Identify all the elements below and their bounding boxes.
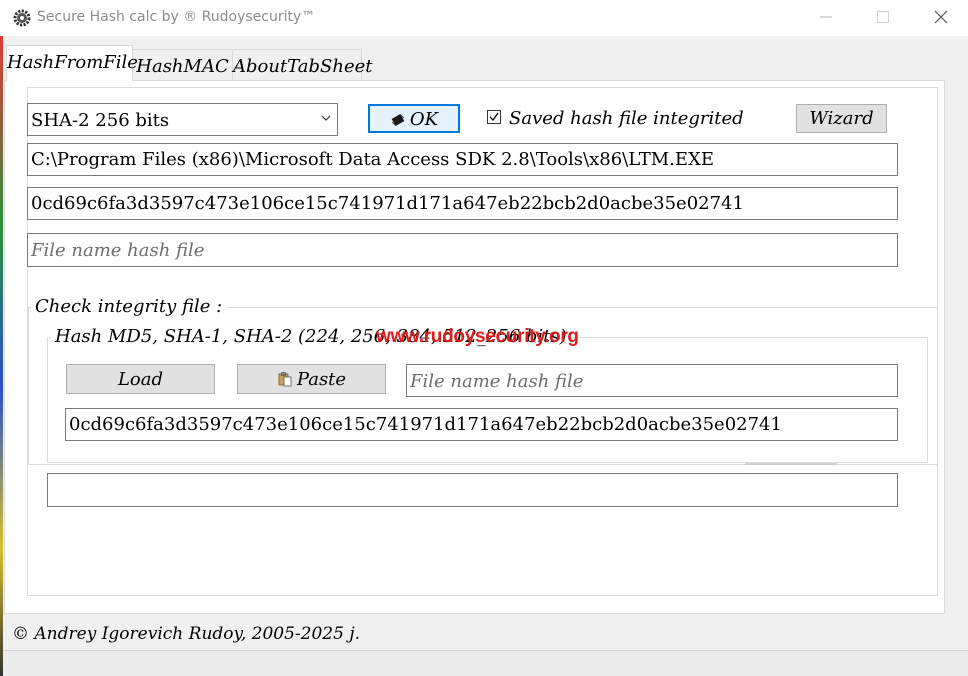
integrity-result-field[interactable] xyxy=(47,473,898,507)
integrity-hash-value-field[interactable]: 0cd69c6fa3d3597c473e106ce15c741971d171a6… xyxy=(65,408,898,441)
clipboard-icon xyxy=(278,372,292,387)
integrity-hash-file-name-input[interactable]: File name hash file xyxy=(406,364,898,397)
check-integrity-title: Check integrity file : xyxy=(31,296,227,317)
integrity-hash-file-name-placeholder: File name hash file xyxy=(410,371,584,392)
file-path-field[interactable]: C:\Program Files (x86)\Microsoft Data Ac… xyxy=(27,143,898,176)
chip-icon xyxy=(391,114,405,126)
algorithm-select[interactable]: SHA-2 256 bits xyxy=(27,103,338,136)
tab-about[interactable]: AboutTabSheet xyxy=(232,49,373,80)
website-watermark: www.rudoysecurity.org xyxy=(376,326,579,347)
background-strip xyxy=(0,36,3,676)
tab-hash-mac[interactable]: HashMAC xyxy=(132,49,233,80)
close-button[interactable] xyxy=(912,0,968,34)
saved-hash-checkbox-label: Saved hash file integrited xyxy=(509,108,744,129)
title-bar[interactable]: Secure Hash calc by ® Rudoysecurity™ xyxy=(0,0,968,36)
ok-button[interactable]: OK xyxy=(368,104,460,133)
wizard-button[interactable]: Wizard xyxy=(796,104,887,133)
hash-file-name-placeholder: File name hash file xyxy=(31,240,205,261)
copyright-text: © Andrey Igorevich Rudoy, 2005-2025 j. xyxy=(12,624,361,644)
maximize-icon xyxy=(877,11,889,23)
status-bar xyxy=(3,650,968,676)
divider xyxy=(745,463,837,465)
ok-button-label: OK xyxy=(409,109,439,130)
paste-button[interactable]: Paste xyxy=(237,364,386,394)
saved-hash-checkbox[interactable] xyxy=(487,110,501,124)
load-button[interactable]: Load xyxy=(66,364,215,394)
hash-file-name-input[interactable]: File name hash file xyxy=(27,233,898,267)
tab-hash-from-file[interactable]: HashFromFile xyxy=(6,45,138,81)
minimize-button[interactable] xyxy=(797,0,855,34)
window-title: Secure Hash calc by ® Rudoysecurity™ xyxy=(37,9,316,25)
hash-types-group xyxy=(47,337,928,463)
paste-button-label: Paste xyxy=(296,369,347,390)
close-icon xyxy=(934,10,948,24)
gear-icon xyxy=(13,9,31,27)
maximize-button[interactable] xyxy=(854,0,912,34)
minimize-icon xyxy=(820,16,832,18)
algorithm-select-value: SHA-2 256 bits xyxy=(31,110,170,131)
checkmark-icon xyxy=(489,112,499,122)
chevron-down-icon xyxy=(321,115,331,121)
hash-value-field[interactable]: 0cd69c6fa3d3597c473e106ce15c741971d171a6… xyxy=(27,187,898,220)
